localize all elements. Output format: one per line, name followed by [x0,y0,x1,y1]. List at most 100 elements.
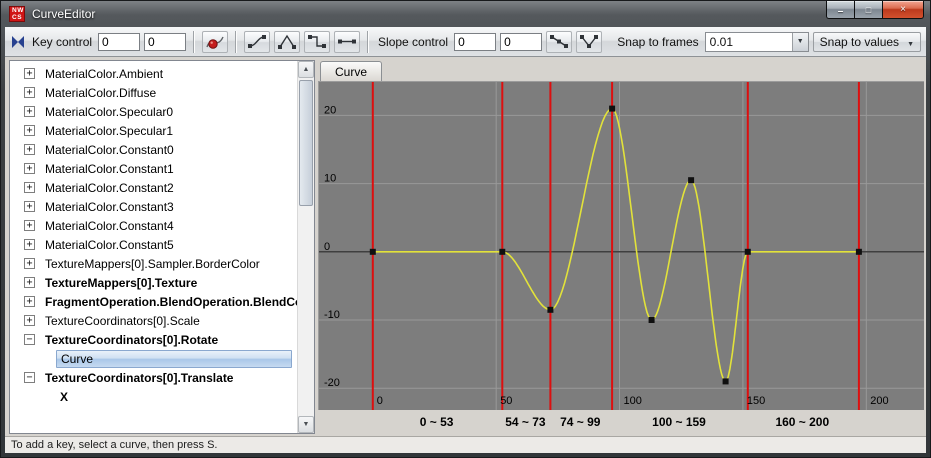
y-tick-label: -20 [324,377,340,389]
window-content: Key control [5,27,926,453]
tree-item[interactable]: + FragmentOperation.BlendOperation.BlendC… [10,292,297,311]
maximize-icon: □ [866,5,871,15]
collapse-icon[interactable]: − [24,334,35,345]
tree-item[interactable]: −TextureCoordinators[0].Translate [10,368,297,387]
expand-icon[interactable]: + [24,258,35,269]
main-area: +MaterialColor.Ambient+MaterialColor.Dif… [5,57,926,436]
tree-item[interactable]: +MaterialColor.Constant4 [10,216,297,235]
curve-chart[interactable]: 20100-10-20050100150200 [318,81,924,410]
app-icon-line2: CS [12,14,24,21]
tree-item-label: X [56,389,72,405]
status-bar: To add a key, select a curve, then press… [5,436,926,453]
slope-in-input[interactable] [454,33,496,51]
expand-icon[interactable]: + [24,87,35,98]
keyframe-marker[interactable] [856,249,862,255]
interp-constant-button[interactable] [334,31,360,53]
constant-icon [337,33,357,50]
tree-item-label: TextureMappers[0].Sampler.BorderColor [41,256,264,272]
expand-icon[interactable]: + [24,277,35,288]
toolbar-separator [367,31,369,53]
tree-item-label: MaterialColor.Specular0 [41,104,177,120]
snap-to-frames-select[interactable]: 0.01 ▼ [705,32,809,52]
tree-item[interactable]: + MaterialColor.Constant2 [10,178,297,197]
segment-range-label: 54 ~ 73 [505,415,545,429]
expand-icon[interactable]: + [24,144,35,155]
slope-line-button[interactable] [546,31,572,53]
scrollbar-thumb[interactable] [299,80,313,206]
chevron-down-icon[interactable]: ▼ [792,33,808,51]
slope-v-button[interactable] [576,31,602,53]
interp-step-button[interactable] [304,31,330,53]
tree-item[interactable]: +MaterialColor.Diffuse [10,83,297,102]
expand-icon[interactable]: + [24,182,35,193]
minimize-button[interactable]: – [826,1,854,19]
tree-item[interactable]: + MaterialColor.Specular0 [10,102,297,121]
keyframe-marker[interactable] [547,307,553,313]
keyframe-marker[interactable] [688,177,694,183]
keyframe-marker[interactable] [723,378,729,384]
tree-item[interactable]: +MaterialColor.Constant3 [10,197,297,216]
tree-scrollbar[interactable]: ▲ ▼ [297,61,314,433]
add-key-icon [205,32,225,52]
curve-editor-window: NW CS CurveEditor – □ × Key control [0,0,931,458]
tree-item[interactable]: +MaterialColor.Specular1 [10,121,297,140]
tab-curve[interactable]: Curve [320,61,382,81]
keyframe-marker[interactable] [745,249,751,255]
smooth-curve-icon [247,33,267,50]
segment-labels: 0 ~ 5354 ~ 7374 ~ 99100 ~ 159160 ~ 200 [318,410,924,434]
x-tick-label: 150 [747,395,765,407]
keyframe-marker[interactable] [609,106,615,112]
snap-to-values-label: Snap to values [820,35,899,49]
tree-item[interactable]: X [10,387,297,406]
tree-item-label: MaterialColor.Constant0 [41,142,178,158]
keyframe-marker[interactable] [649,317,655,323]
title-bar[interactable]: NW CS CurveEditor [1,1,930,27]
interp-smooth-button[interactable] [244,31,270,53]
minimize-icon: – [838,7,844,17]
x-tick-label: 100 [624,395,642,407]
keyframe-marker[interactable] [499,249,505,255]
collapse-icon[interactable]: − [24,372,35,383]
tree-item-label: MaterialColor.Constant2 [41,180,178,196]
scroll-up-button[interactable]: ▲ [298,61,314,78]
close-icon: × [900,5,906,15]
snap-to-values-dropdown[interactable]: Snap to values ▼ [813,32,921,52]
expand-icon[interactable]: + [24,68,35,79]
app-icon: NW CS [9,6,25,22]
tree-item[interactable]: +MaterialColor.Constant1 [10,159,297,178]
scroll-down-button[interactable]: ▼ [298,416,314,433]
tree-item[interactable]: +TextureMappers[0].Texture [10,273,297,292]
tree-item[interactable]: Curve [10,349,297,368]
curve-path[interactable] [373,109,859,382]
tree-item-label: MaterialColor.Constant5 [41,237,178,253]
tree-item[interactable]: + MaterialColor.Constant0 [10,140,297,159]
add-key-button[interactable] [202,31,228,53]
expand-icon[interactable]: + [24,201,35,212]
close-button[interactable]: × [882,1,924,19]
tree-item[interactable]: + TextureMappers[0].Sampler.BorderColor [10,254,297,273]
key-value-input[interactable] [144,33,186,51]
keyframe-marker[interactable] [370,249,376,255]
slope-out-input[interactable] [500,33,542,51]
curve-chart-svg[interactable]: 20100-10-20050100150200 [319,82,924,410]
y-tick-label: 20 [324,104,336,116]
y-tick-label: -10 [324,309,340,321]
scroll-up-icon: ▲ [303,66,310,73]
tree-item-label: FragmentOperation.BlendOperation.BlendCo [41,294,297,310]
curve-panel: Curve 20100-10-20050100150200 0 ~ 5354 ~… [318,60,924,434]
segment-range-label: 0 ~ 53 [420,415,454,429]
maximize-button[interactable]: □ [854,1,882,19]
tree-item[interactable]: +MaterialColor.Ambient [10,64,297,83]
key-frame-input[interactable] [98,33,140,51]
expand-icon[interactable]: + [24,125,35,136]
expand-icon[interactable]: + [24,296,35,307]
tree-item[interactable]: +TextureCoordinators[0].Scale [10,311,297,330]
expand-icon[interactable]: + [24,220,35,231]
expand-icon[interactable]: + [24,239,35,250]
expand-icon[interactable]: + [24,163,35,174]
tree-item[interactable]: + MaterialColor.Constant5 [10,235,297,254]
expand-icon[interactable]: + [24,106,35,117]
expand-icon[interactable]: + [24,315,35,326]
interp-linear-button[interactable] [274,31,300,53]
tree-item[interactable]: −TextureCoordinators[0].Rotate [10,330,297,349]
